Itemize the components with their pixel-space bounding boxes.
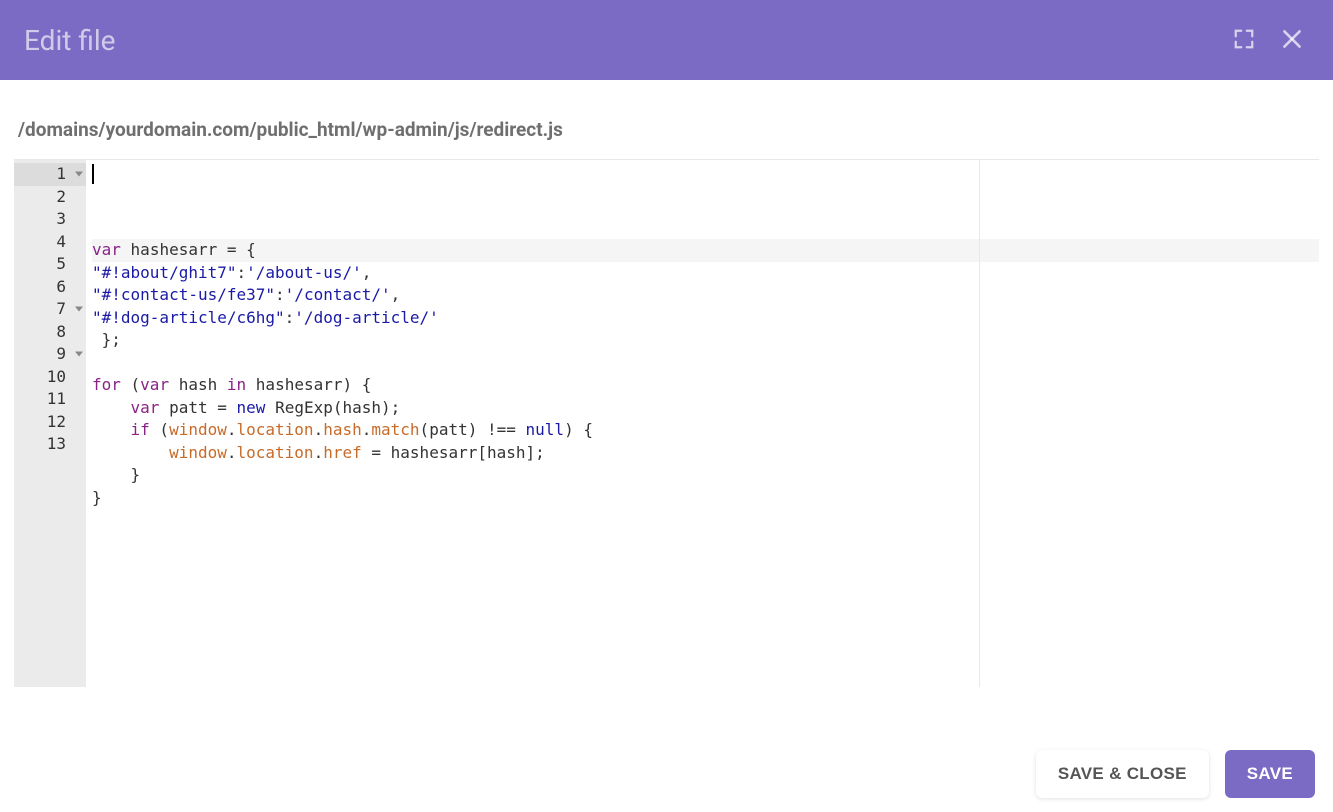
gutter-line: 1	[14, 163, 86, 186]
code-line[interactable]: window.location.href = hashesarr[hash];	[92, 442, 1319, 465]
print-margin	[979, 160, 980, 687]
close-button[interactable]	[1275, 22, 1309, 59]
gutter-line: 4	[14, 231, 86, 254]
code-line[interactable]: "#!dog-article/c6hg":'/dog-article/'	[92, 307, 1319, 330]
code-line[interactable]: for (var hash in hashesarr) {	[92, 374, 1319, 397]
modal-title: Edit file	[24, 24, 116, 57]
code-line[interactable]: if (window.location.hash.match(patt) !==…	[92, 419, 1319, 442]
expand-icon	[1233, 28, 1255, 53]
save-and-close-button[interactable]: SAVE & CLOSE	[1036, 750, 1209, 798]
code-line[interactable]: var hashesarr = {	[92, 239, 1319, 262]
file-path: /domains/yourdomain.com/public_html/wp-a…	[0, 80, 1333, 159]
fold-marker-icon[interactable]	[75, 172, 83, 177]
editor-content[interactable]: var hashesarr = {"#!about/ghit7":'/about…	[86, 160, 1319, 687]
gutter-line: 2	[14, 186, 86, 209]
gutter-line: 10	[14, 366, 86, 389]
code-line[interactable]	[92, 352, 1319, 375]
close-icon	[1279, 26, 1305, 55]
gutter-line: 11	[14, 388, 86, 411]
code-line[interactable]: };	[92, 329, 1319, 352]
gutter-line: 12	[14, 411, 86, 434]
header-actions	[1229, 22, 1309, 59]
code-line[interactable]: var patt = new RegExp(hash);	[92, 397, 1319, 420]
code-editor[interactable]: 12345678910111213 var hashesarr = {"#!ab…	[14, 159, 1319, 687]
code-line[interactable]: "#!about/ghit7":'/about-us/',	[92, 262, 1319, 285]
fold-marker-icon[interactable]	[75, 352, 83, 357]
code-line[interactable]: "#!contact-us/fe37":'/contact/',	[92, 284, 1319, 307]
editor-gutter: 12345678910111213	[14, 160, 86, 687]
modal-header: Edit file	[0, 0, 1333, 80]
gutter-line: 7	[14, 298, 86, 321]
gutter-line: 5	[14, 253, 86, 276]
gutter-line: 8	[14, 321, 86, 344]
gutter-line: 9	[14, 343, 86, 366]
gutter-line: 3	[14, 208, 86, 231]
code-line[interactable]	[92, 509, 1319, 532]
code-line[interactable]: }	[92, 464, 1319, 487]
save-button[interactable]: SAVE	[1225, 750, 1315, 798]
gutter-line: 13	[14, 433, 86, 456]
fold-marker-icon[interactable]	[75, 307, 83, 312]
gutter-line: 6	[14, 276, 86, 299]
editor-cursor	[92, 164, 94, 184]
fullscreen-button[interactable]	[1229, 24, 1259, 57]
code-line[interactable]: }	[92, 487, 1319, 510]
modal-footer: SAVE & CLOSE SAVE	[1036, 750, 1315, 798]
